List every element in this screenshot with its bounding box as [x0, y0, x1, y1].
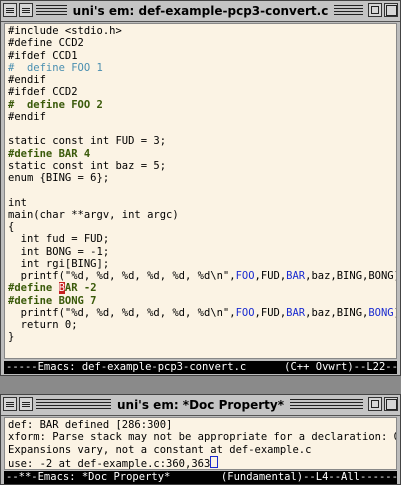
- code-line: int: [8, 197, 393, 209]
- desktop-gap: [0, 376, 401, 394]
- code-token: #ifdef CCD1: [8, 49, 78, 62]
- menu-lines-icon: [22, 401, 30, 408]
- code-line: #ifdef CCD1: [8, 50, 393, 62]
- code-token: #define CCD2: [8, 37, 84, 50]
- window-menu-button[interactable]: [3, 3, 17, 17]
- code-line: enum {BING = 6};: [8, 172, 393, 184]
- code-line: {: [8, 221, 393, 233]
- emacs-window-doc: uni's em: *Doc Property* def: BAR define…: [0, 394, 401, 485]
- code-token: static const int FUD = 3;: [8, 135, 167, 148]
- code-line: main(char **argv, int argc): [8, 209, 393, 221]
- code-token: ,FUD,: [254, 306, 287, 319]
- maximize-button[interactable]: [384, 3, 398, 17]
- code-line: #define BAR -2: [8, 282, 393, 295]
- code-line: #include <stdio.h>: [8, 25, 393, 37]
- code-token: int rgi[BING];: [8, 257, 110, 270]
- code-line: #endif: [8, 74, 393, 86]
- code-line: printf("%d, %d, %d, %d, %d, %d\n",FOO,FU…: [8, 306, 396, 319]
- text-cursor: [210, 455, 219, 468]
- code-line: # define FOO 1: [8, 62, 393, 74]
- code-editor[interactable]: #include <stdio.h> #define CCD2 #ifdef CCD…: [4, 23, 397, 359]
- code-token: # define FOO 1: [8, 61, 103, 74]
- code-token: # define FOO 2: [8, 98, 103, 111]
- iconify-icon: [371, 6, 379, 14]
- title-bar[interactable]: uni's em: def-example-pcp3-convert.c: [1, 1, 400, 22]
- code-line: static const int FUD = 3;: [8, 135, 393, 147]
- code-token: main(char **argv, int argc): [8, 208, 179, 221]
- code-token: int: [8, 196, 27, 209]
- doc-line: Expansions vary, not a constant at def-e…: [8, 443, 312, 456]
- code-line: #endif: [8, 111, 393, 123]
- window-menu-alt-button[interactable]: [19, 397, 33, 411]
- iconify-button[interactable]: [368, 397, 382, 411]
- code-token: int fud = FUD;: [8, 233, 110, 246]
- code-token: #define: [8, 282, 59, 295]
- doc-line-text: use: -2 at def-example.c:360,363: [8, 457, 211, 470]
- window-menu-button[interactable]: [3, 397, 17, 411]
- code-token: #include <stdio.h>: [8, 25, 122, 37]
- code-token: BAR: [286, 270, 306, 282]
- menu-lines-icon: [6, 7, 14, 14]
- doc-line: xform: Parse stack may not be appropriat…: [8, 431, 397, 444]
- code-token: ,baz,BING,: [305, 306, 369, 319]
- code-token: #ifdef CCD2: [8, 86, 78, 99]
- title-bar[interactable]: uni's em: *Doc Property*: [1, 395, 400, 416]
- maximize-icon: [385, 398, 397, 410]
- window-menu-alt-button[interactable]: [19, 3, 33, 17]
- code-token: printf("%d, %d, %d, %d, %d, %d\n",: [8, 306, 236, 319]
- code-token: AR -2: [64, 282, 97, 295]
- code-token: #define BAR 4: [8, 147, 91, 160]
- code-line: static const int baz = 5;: [8, 160, 393, 172]
- title-bar-stripes: [36, 399, 363, 410]
- code-token: printf("%d, %d, %d, %d, %d, %d\n",: [8, 270, 236, 282]
- iconify-button[interactable]: [368, 3, 382, 17]
- code-token: enum {BING = 6};: [8, 172, 110, 184]
- code-token: FOO: [235, 306, 255, 319]
- code-line: }: [8, 331, 393, 343]
- code-line: #ifdef CCD2: [8, 86, 393, 98]
- code-line: int BONG = -1;: [8, 246, 393, 258]
- code-line: int rgi[BING];: [8, 258, 393, 270]
- code-token: BAR: [286, 306, 306, 319]
- menu-lines-icon: [22, 7, 30, 14]
- code-line: return 0;: [8, 319, 393, 331]
- maximize-icon: [385, 4, 397, 16]
- code-line: #define BONG 7: [8, 295, 393, 307]
- mode-line: -----Emacs: def-example-pcp3-convert.c (…: [4, 361, 397, 374]
- code-token: ,baz,BING,BONG);: [305, 270, 397, 282]
- title-bar-stripes: [36, 5, 363, 16]
- iconify-icon: [371, 400, 379, 408]
- code-line: #define CCD2: [8, 37, 393, 49]
- mode-line: --**-Emacs: *Doc Property* (Fundamental)…: [4, 471, 397, 484]
- code-token: #define BONG 7: [8, 294, 97, 307]
- code-token: BONG: [368, 306, 394, 319]
- doc-line: use: -2 at def-example.c:360,363: [8, 455, 393, 470]
- code-token: {: [8, 221, 15, 233]
- code-line: printf("%d, %d, %d, %d, %d, %d\n",FOO,FU…: [8, 270, 396, 282]
- code-token: FOO: [235, 270, 255, 282]
- code-token: static const int baz = 5;: [8, 159, 167, 172]
- doc-buffer[interactable]: def: BAR defined [286:300] xform: Parse s…: [4, 417, 397, 470]
- code-token: }: [8, 331, 15, 344]
- menu-lines-icon: [6, 401, 14, 408]
- doc-line: def: BAR defined [286:300]: [8, 419, 173, 431]
- code-token: int BONG = -1;: [8, 245, 110, 258]
- code-token: ,FUD,: [254, 270, 287, 282]
- emacs-window-main: uni's em: def-example-pcp3-convert.c #in…: [0, 0, 401, 376]
- code-token: );: [394, 307, 396, 319]
- code-token: return 0;: [8, 319, 78, 331]
- code-line: int fud = FUD;: [8, 233, 393, 245]
- maximize-button[interactable]: [384, 397, 398, 411]
- code-line: # define FOO 2: [8, 99, 393, 111]
- code-token: #endif: [8, 110, 46, 123]
- code-token: #endif: [8, 74, 46, 86]
- code-line: #define BAR 4: [8, 148, 393, 160]
